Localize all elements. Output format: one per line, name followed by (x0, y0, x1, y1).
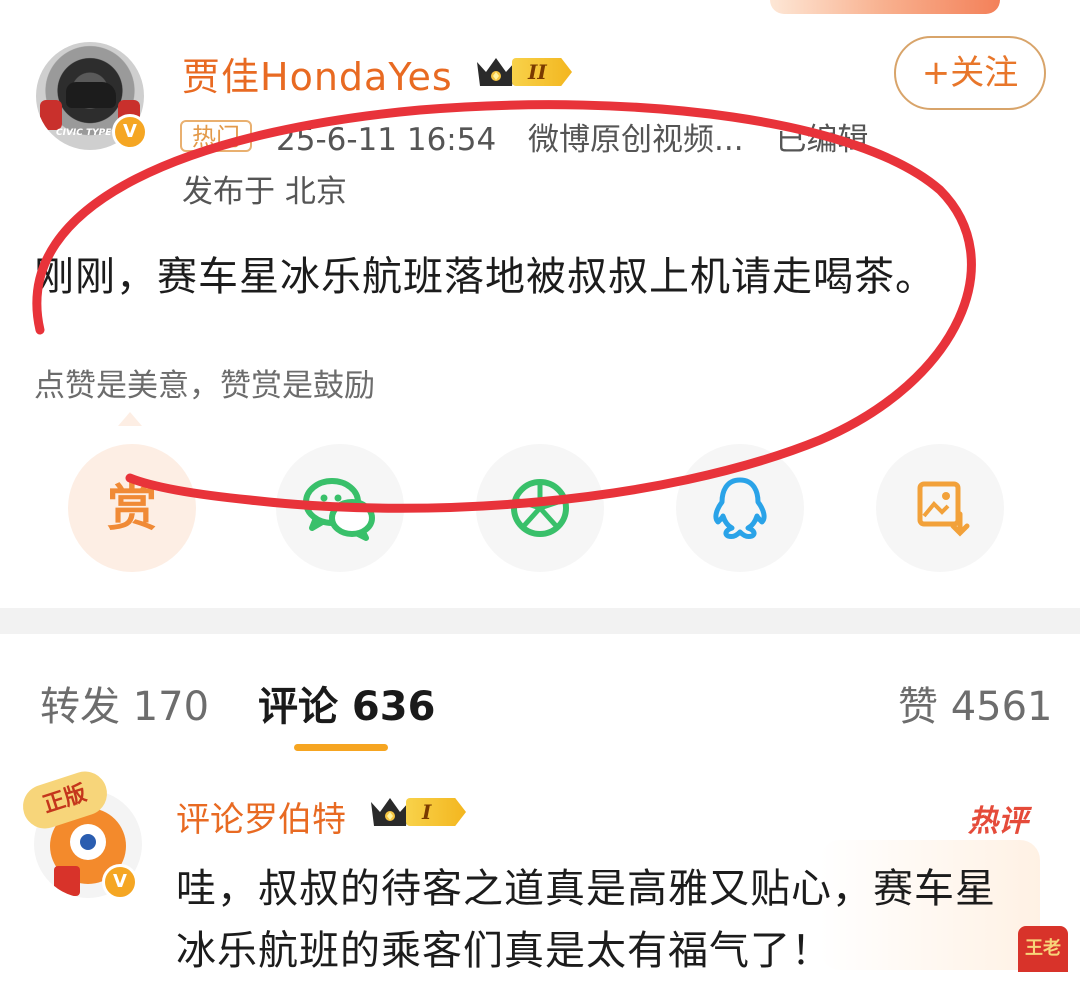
level-numeral: II (512, 58, 572, 86)
share-moments-button[interactable] (476, 444, 604, 572)
commenter-name[interactable]: 评论罗伯特 (176, 792, 346, 841)
reward-tip-arrow (118, 412, 142, 426)
reward-tip-text: 点赞是美意，赞赏是鼓励 (34, 368, 375, 404)
save-image-icon (917, 481, 970, 537)
save-image-button[interactable] (876, 444, 1004, 572)
post-datetime: 25-6-11 16:54 (276, 122, 497, 158)
tab-like[interactable]: 赞 4561 (898, 674, 1053, 732)
tab-comment[interactable]: 评论 636 (258, 674, 435, 732)
follow-button[interactable]: +关注 (894, 36, 1046, 110)
hot-tag: 热门 (180, 120, 252, 152)
top-banner-edge (770, 0, 1000, 14)
tab-repost[interactable]: 转发 170 (40, 674, 209, 732)
commenter-verified-badge-icon: V (102, 864, 138, 900)
qq-icon (713, 477, 767, 539)
avatar-decor-left (40, 100, 62, 130)
active-tab-indicator (294, 744, 388, 751)
level-numeral: I (406, 798, 466, 826)
post-meta: 25-6-11 16:54 微博原创视频... 已编辑 (276, 114, 890, 159)
avatar-car (66, 82, 116, 108)
hot-comment-label: 热评 (968, 804, 1028, 839)
section-divider (0, 608, 1080, 634)
post-location: 发布于 北京 (182, 174, 347, 210)
comment-text: 哇，叔叔的待客之道真是高雅又贴心，赛车星冰乐航班的乘客们真是太有福气了！ (176, 866, 996, 974)
verified-badge-icon: V (112, 114, 148, 150)
crown-icon (371, 798, 409, 826)
wechat-icon (303, 478, 375, 541)
post-source[interactable]: 微博原创视频... (528, 122, 744, 158)
crown-icon (477, 58, 515, 86)
reward-icon: 赏 (107, 479, 157, 537)
share-wechat-button[interactable] (276, 444, 404, 572)
avatar-mascot-pupil (80, 834, 96, 850)
share-qq-button[interactable] (676, 444, 804, 572)
edited-label[interactable]: 已编辑 (775, 122, 868, 158)
moments-icon (511, 479, 569, 537)
corner-can-sticker: 王老 (1018, 926, 1068, 972)
avatar-can (54, 866, 80, 896)
reward-button[interactable]: 赏 (68, 444, 196, 572)
author-name[interactable]: 贾佳HondaYes (182, 46, 453, 101)
post-body-text: 刚刚，赛车星冰乐航班落地被叔叔上机请走喝茶。 (34, 254, 936, 300)
